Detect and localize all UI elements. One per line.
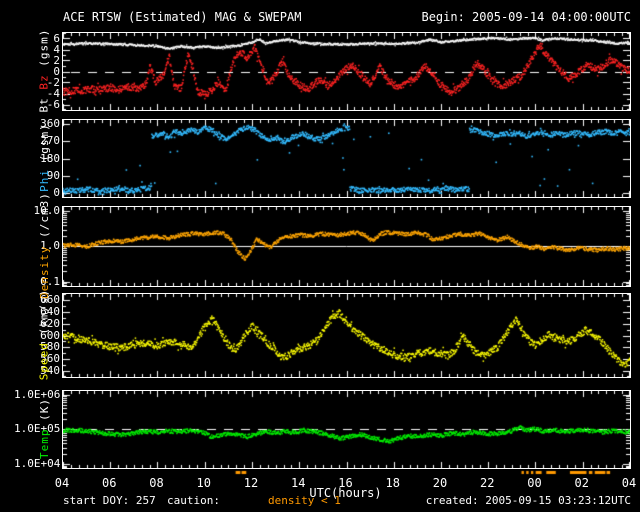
axis-label-part: Phi — [37, 161, 51, 192]
axis-label-part: Speed — [37, 334, 51, 381]
density-canvas — [63, 207, 630, 286]
axis-label-part: (K) — [37, 398, 51, 421]
axis-label-part: (gsm) — [37, 28, 51, 67]
mag-canvas — [63, 33, 630, 110]
caution-label: caution: — [167, 494, 220, 507]
axis-label-part: (/cm3) — [37, 192, 51, 238]
axis-label-part: (gsm) — [37, 123, 51, 162]
begin-timestamp: Begin: 2005-09-14 04:00:00UTC — [421, 10, 631, 24]
axis-label-part: Bt — [37, 89, 51, 113]
y-axis-title-temp: Temp (K) — [18, 390, 70, 467]
axis-label-part: (km/s) — [37, 288, 51, 335]
panel-mag-bt-bz — [62, 32, 631, 111]
panel-speed — [62, 293, 631, 378]
start-doy-label: start DOY: 257 — [63, 494, 156, 507]
speed-canvas — [63, 294, 630, 377]
created-timestamp: created: 2005-09-15 03:23:12UTC — [425, 494, 631, 507]
panel-phi — [62, 119, 631, 198]
y-axis-title-speed: Speed (km/s) — [18, 289, 70, 381]
y-axis-title-mag: Bt Bz (gsm) — [18, 28, 70, 113]
y-axis-title-density: Density (/cm3) — [18, 192, 70, 299]
plot-title: ACE RTSW (Estimated) MAG & SWEPAM — [63, 10, 302, 24]
axis-label-part: Bz — [37, 66, 51, 90]
phi-canvas — [63, 120, 630, 197]
caution-marks-strip — [62, 470, 629, 475]
temp-canvas — [63, 391, 630, 468]
axis-label-part: Temp — [37, 420, 51, 460]
caution-condition-label: density < 1 — [268, 494, 341, 507]
panel-temp — [62, 390, 631, 469]
panel-density — [62, 206, 631, 287]
ace-rtsw-plot: ACE RTSW (Estimated) MAG & SWEPAM Begin:… — [0, 0, 640, 512]
y-axis-title-phi: Phi (gsm) — [18, 119, 70, 196]
